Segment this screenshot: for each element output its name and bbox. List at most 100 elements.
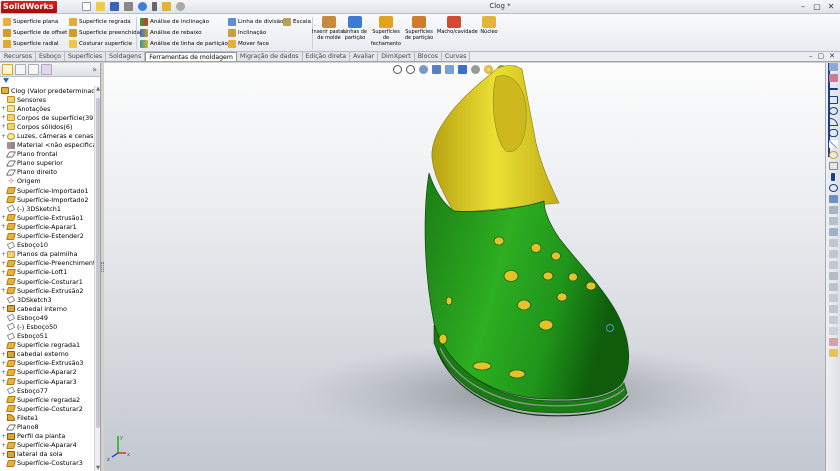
quick-snaps-icon[interactable]: [829, 305, 838, 313]
scale-button[interactable]: Escala: [283, 16, 311, 27]
tab-edicao-direta[interactable]: Edição direta: [302, 52, 351, 61]
tree-item[interactable]: + Perfil da planta: [0, 432, 94, 441]
dimxpert-manager-tab-icon[interactable]: [41, 64, 52, 75]
expand-icon[interactable]: +: [0, 305, 7, 312]
configuration-manager-tab-icon[interactable]: [28, 64, 39, 75]
tree-item[interactable]: (-) 3DSketch1: [0, 204, 94, 213]
trim-icon[interactable]: [829, 217, 838, 225]
tab-avaliar[interactable]: Avaliar: [350, 52, 379, 61]
offset-surface-button[interactable]: Superfície de offset: [3, 27, 67, 38]
planar-surface-button[interactable]: Superfície plana: [3, 16, 67, 27]
tree-scrollbar[interactable]: ▲ ▼: [94, 86, 100, 471]
parting-lines-button[interactable]: Linhas de partição: [338, 15, 372, 41]
parting-surfaces-button[interactable]: Superfícies de partição: [402, 15, 436, 41]
arc-icon[interactable]: [829, 118, 838, 126]
tab-superficies[interactable]: Superfícies: [64, 52, 107, 61]
tree-item[interactable]: + Superfície-Aparar1: [0, 222, 94, 231]
instant-3d-icon[interactable]: [829, 327, 838, 335]
tree-item[interactable]: Superfície-Costurar1: [0, 277, 94, 286]
tree-item[interactable]: + Superfície-Aparar4: [0, 441, 94, 450]
knit-surface-button[interactable]: Costurar superfície: [69, 38, 140, 49]
move-face-button[interactable]: Mover face: [228, 38, 283, 49]
point-icon[interactable]: [829, 184, 838, 192]
tree-item[interactable]: + Planos da palmilha: [0, 250, 94, 259]
file-explorer-icon[interactable]: [829, 349, 838, 357]
expand-icon[interactable]: +: [0, 105, 7, 112]
tree-item[interactable]: (-) Esboço50: [0, 322, 94, 331]
tree-item[interactable]: Plano8: [0, 422, 94, 431]
tree-item[interactable]: Plano superior: [0, 159, 94, 168]
ellipse-icon[interactable]: [829, 151, 838, 159]
tree-item[interactable]: Esboço51: [0, 332, 94, 341]
tree-item[interactable]: + Corpos sólidos(6): [0, 122, 94, 131]
sketch-icon[interactable]: [829, 63, 838, 71]
close-button[interactable]: ✕: [826, 2, 836, 11]
tree-item[interactable]: Esboço77: [0, 386, 94, 395]
scroll-down-icon[interactable]: ▼: [95, 465, 100, 471]
linear-pattern-icon[interactable]: [829, 261, 838, 269]
tree-item[interactable]: + Superfície-Extrusão3: [0, 359, 94, 368]
chevron-right-icon[interactable]: »: [92, 65, 97, 74]
tree-item[interactable]: 3DSketch3: [0, 295, 94, 304]
minimize-button[interactable]: –: [798, 2, 808, 11]
shut-off-surfaces-button[interactable]: Superfícies de fechamento: [369, 15, 403, 47]
scroll-thumb[interactable]: [96, 98, 100, 428]
smart-dimension-icon[interactable]: [829, 74, 838, 82]
doc-minimize-button[interactable]: –: [809, 52, 813, 61]
core-button[interactable]: Núcleo: [472, 15, 506, 35]
scroll-up-icon[interactable]: ▲: [95, 86, 100, 92]
rectangle-icon[interactable]: [829, 96, 838, 104]
radiate-surface-button[interactable]: Superfície radial: [3, 38, 67, 49]
expand-icon[interactable]: +: [0, 133, 7, 140]
split-line-button[interactable]: Linha de divisão: [228, 16, 283, 27]
tree-item[interactable]: ⊹ Origem: [0, 177, 94, 186]
polygon-icon[interactable]: [829, 129, 838, 137]
line-icon[interactable]: [829, 88, 838, 90]
plane-icon[interactable]: [829, 195, 838, 203]
tree-item[interactable]: Superfície-Costurar2: [0, 404, 94, 413]
tree-item[interactable]: + Superfície-Extrusão2: [0, 286, 94, 295]
tab-curvas[interactable]: Curvas: [441, 52, 471, 61]
tree-item[interactable]: Sensores: [0, 95, 94, 104]
expand-icon[interactable]: +: [0, 433, 7, 440]
undercut-analysis-button[interactable]: Análise de rebaixo: [140, 27, 228, 38]
parting-line-analysis-button[interactable]: Análise de linha de partição: [140, 38, 228, 49]
doc-close-button[interactable]: ✕: [829, 52, 835, 61]
ruled-surface-button[interactable]: Superfície regrada: [69, 16, 140, 27]
convert-entities-icon[interactable]: [829, 228, 838, 236]
maximize-button[interactable]: ▢: [812, 2, 822, 11]
tree-item[interactable]: + Superfície-Loft1: [0, 268, 94, 277]
centerline-icon[interactable]: [831, 173, 835, 181]
graphics-area[interactable]: y x z: [104, 63, 825, 471]
tree-item[interactable]: + cabedal interno: [0, 304, 94, 313]
tree-item[interactable]: Superfície-Estender2: [0, 232, 94, 241]
mirror-entities-icon[interactable]: [829, 250, 838, 258]
tree-item[interactable]: + Superfície-Aparar3: [0, 377, 94, 386]
clog-model[interactable]: y x z: [104, 63, 825, 471]
tree-item[interactable]: Superfície-Importado2: [0, 195, 94, 204]
tree-item[interactable]: + Superfície-Preenchimento: [0, 259, 99, 268]
tree-item[interactable]: + cabedal externo: [0, 350, 94, 359]
fillet-sketch-icon[interactable]: [829, 162, 838, 170]
tree-item[interactable]: + Luzes, câmeras e cenas: [0, 131, 94, 140]
tree-item[interactable]: Filete1: [0, 413, 94, 422]
tab-dimxpert[interactable]: DimXpert: [378, 52, 415, 61]
move-entities-icon[interactable]: [829, 272, 838, 280]
tree-item[interactable]: Superfície-Importado1: [0, 186, 94, 195]
expand-icon[interactable]: +: [0, 451, 7, 458]
design-library-icon[interactable]: [829, 338, 838, 346]
tab-ferramentas-de-moldagem[interactable]: Ferramentas de moldagem: [145, 52, 237, 61]
draft-analysis-button[interactable]: Análise de inclinação: [140, 16, 228, 27]
tab-soldagens[interactable]: Soldagens: [106, 52, 146, 61]
tree-root[interactable]: Clog (Valor predeterminado: [0, 86, 99, 95]
tree-item[interactable]: + Corpos de superfície(39): [0, 113, 96, 122]
tree-item[interactable]: Superfície regrada1: [0, 341, 94, 350]
tab-blocos[interactable]: Blocos: [414, 52, 442, 61]
tree-item[interactable]: Superfície regrada2: [0, 395, 94, 404]
expand-icon[interactable]: +: [0, 251, 7, 258]
doc-restore-button[interactable]: ▢: [818, 52, 825, 61]
rapid-sketch-icon[interactable]: [829, 316, 838, 324]
tree-item[interactable]: + Anotações: [0, 104, 94, 113]
tree-item[interactable]: Plano direito: [0, 168, 94, 177]
tree-item[interactable]: Superfície-Costurar3: [0, 459, 94, 468]
